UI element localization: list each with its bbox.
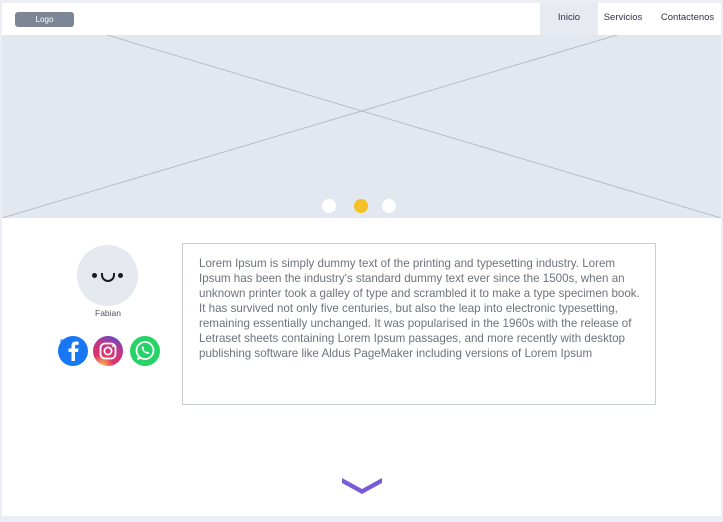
chevron-down-icon[interactable] bbox=[342, 475, 382, 495]
top-nav: Logo Inicio Servicios Contactenos bbox=[2, 3, 721, 35]
whatsapp-icon[interactable] bbox=[129, 335, 161, 367]
avatar-eye-left bbox=[92, 273, 97, 278]
description-text: Lorem Ipsum is simply dummy text of the … bbox=[199, 257, 640, 360]
nav-item-servicios[interactable]: Servicios bbox=[599, 3, 647, 35]
avatar bbox=[77, 245, 138, 306]
facebook-icon[interactable] bbox=[57, 335, 89, 367]
avatar-mouth bbox=[101, 273, 115, 282]
nav-item-contactenos[interactable]: Contactenos bbox=[654, 3, 721, 35]
page-frame: Logo Inicio Servicios Contactenos Fabian bbox=[2, 3, 721, 516]
avatar-eye-right bbox=[118, 273, 123, 278]
carousel-dot-3[interactable] bbox=[382, 199, 396, 213]
nav-item-inicio[interactable]: Inicio bbox=[540, 3, 598, 35]
profile-name: Fabian bbox=[95, 308, 121, 318]
instagram-icon[interactable] bbox=[92, 335, 124, 367]
logo[interactable]: Logo bbox=[15, 12, 74, 27]
placeholder-cross-icon bbox=[2, 35, 721, 218]
carousel-dot-2-active[interactable] bbox=[354, 199, 368, 213]
description-card: Lorem Ipsum is simply dummy text of the … bbox=[182, 243, 656, 405]
carousel-dot-1[interactable] bbox=[322, 199, 336, 213]
hero-image-placeholder bbox=[2, 35, 721, 218]
